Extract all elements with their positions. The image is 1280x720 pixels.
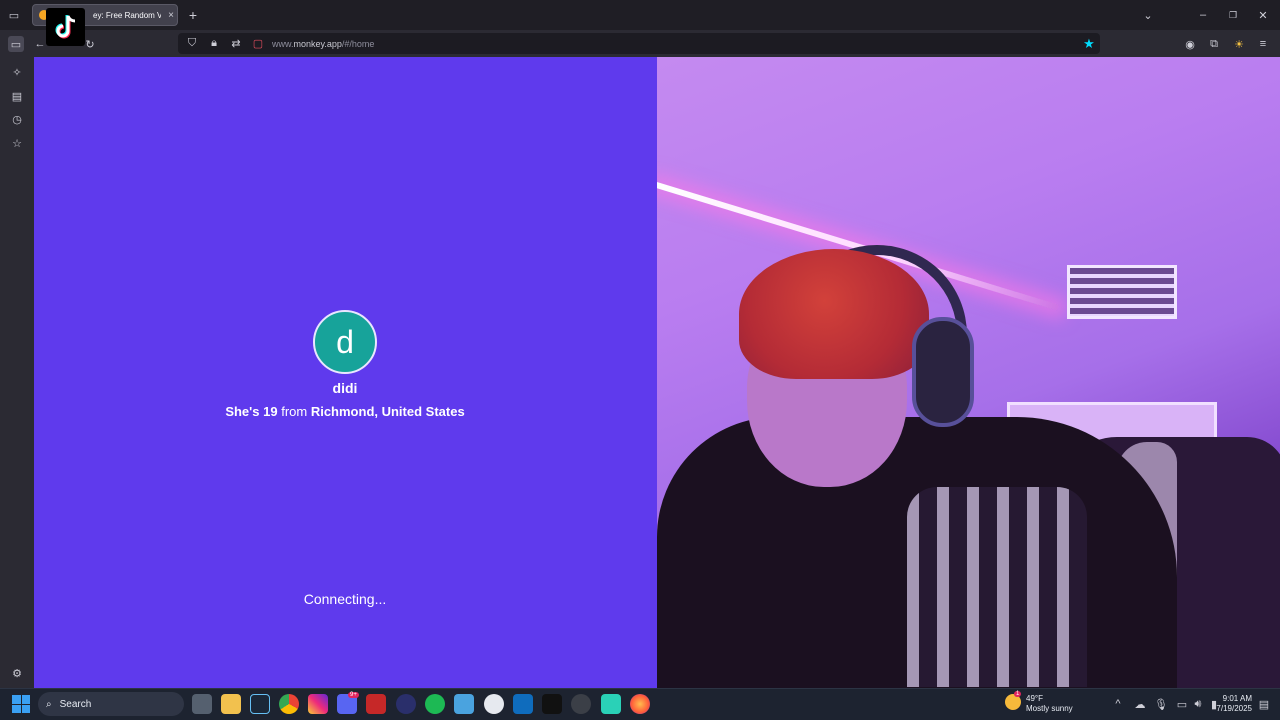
partner-panel: d didi She's 19 from Richmond, United St… xyxy=(34,57,657,688)
partner-name: didi xyxy=(332,380,358,396)
sidebar-toggle-icon[interactable]: ▭ xyxy=(8,36,24,52)
weather-temp: 49°F xyxy=(1026,694,1043,703)
clock[interactable]: 9:01 AM 7/19/2025 xyxy=(1214,694,1252,714)
microphone-icon[interactable]: 🎙︎ xyxy=(1153,696,1169,712)
weather-desc: Mostly sunny xyxy=(1026,704,1073,713)
bio-pronoun: She's xyxy=(225,404,260,419)
arrow-app-icon[interactable] xyxy=(484,694,504,714)
start-button[interactable] xyxy=(12,695,30,713)
instagram-icon[interactable] xyxy=(308,694,328,714)
history-icon[interactable]: ◷ xyxy=(9,111,25,127)
connecting-status: Connecting... xyxy=(303,591,387,607)
tab-list-icon[interactable]: ▭ xyxy=(6,7,22,23)
file-explorer-icon[interactable] xyxy=(221,694,241,714)
headphone-cup xyxy=(912,317,974,427)
shield-icon[interactable]: ⛉ xyxy=(184,36,200,52)
avatar[interactable]: d xyxy=(313,310,377,374)
partner-bio: She's 19 from Richmond, United States xyxy=(224,403,466,420)
steam-icon[interactable] xyxy=(250,694,270,714)
tab-close-icon[interactable]: × xyxy=(165,10,177,21)
camera-permission-icon[interactable]: ▢ xyxy=(250,36,266,52)
bio-location: Richmond, United States xyxy=(310,404,465,419)
sun-extension-icon[interactable]: ☀ xyxy=(1231,36,1247,52)
volume-icon[interactable]: 🔊︎ xyxy=(1190,696,1206,712)
restore-button[interactable]: ❐ xyxy=(1225,7,1241,23)
show-hidden-icons-icon[interactable]: ^ xyxy=(1110,696,1126,712)
account-icon[interactable]: ◉ xyxy=(1182,36,1198,52)
red-beanie xyxy=(739,249,929,379)
extensions-icon[interactable]: ⧉ xyxy=(1206,36,1222,52)
notepad-icon[interactable] xyxy=(454,694,474,714)
url-text[interactable]: www.monkey.app/#/home xyxy=(272,39,374,49)
weather-widget[interactable]: 49°F Mostly sunny xyxy=(1026,694,1073,714)
obs-icon[interactable] xyxy=(571,694,591,714)
clock-date: 7/19/2025 xyxy=(1216,704,1252,713)
synced-tabs-icon[interactable]: ▤ xyxy=(9,88,25,104)
search-icon: ⌕ xyxy=(46,698,52,710)
bio-from: from xyxy=(281,404,308,419)
onedrive-icon[interactable]: ☁ xyxy=(1132,696,1148,712)
browser-sidebar xyxy=(0,57,34,688)
terminal-icon[interactable] xyxy=(542,694,562,714)
ai-chat-icon[interactable]: ✧ xyxy=(9,64,25,80)
bookmarks-icon[interactable]: ☆ xyxy=(9,135,25,151)
lock-icon[interactable]: 🔒︎ xyxy=(206,36,222,52)
outlook-icon[interactable] xyxy=(513,694,533,714)
clock-time: 9:01 AM xyxy=(1222,694,1252,703)
bookmark-star-icon[interactable]: ★ xyxy=(1081,36,1097,52)
settings-gear-icon[interactable]: ⚙ xyxy=(9,665,25,681)
minimize-button[interactable]: – xyxy=(1195,7,1211,23)
discord-badge: 9+ xyxy=(348,692,359,698)
chrome-icon[interactable] xyxy=(279,694,299,714)
tv-app-icon[interactable] xyxy=(601,694,621,714)
media-app-icon[interactable] xyxy=(366,694,386,714)
ceiling-vent xyxy=(1067,265,1177,319)
network-icon[interactable]: ▭ xyxy=(1174,696,1190,712)
taskbar-search[interactable]: ⌕ Search xyxy=(38,692,184,716)
notifications-icon[interactable]: ▤ xyxy=(1256,696,1272,712)
bio-age: 19 xyxy=(263,404,278,419)
plaid-shirt xyxy=(907,487,1087,687)
close-window-button[interactable]: ✕ xyxy=(1255,7,1271,23)
new-tab-button[interactable]: + xyxy=(185,7,201,23)
menu-icon[interactable]: ≡ xyxy=(1255,36,1271,52)
self-video-feed xyxy=(657,57,1280,688)
task-view-icon[interactable] xyxy=(192,694,212,714)
spotify-icon[interactable] xyxy=(425,694,445,714)
permissions-icon[interactable]: ⇄ xyxy=(228,36,244,52)
address-bar[interactable]: ⛉ 🔒︎ ⇄ ▢ www.monkey.app/#/home xyxy=(178,33,1100,54)
search-app-icon[interactable] xyxy=(396,694,416,714)
tiktok-logo-icon xyxy=(46,8,85,46)
firefox-icon[interactable] xyxy=(630,694,650,714)
chevron-down-icon[interactable]: ⌄ xyxy=(1140,7,1156,23)
search-label: Search xyxy=(59,698,92,710)
